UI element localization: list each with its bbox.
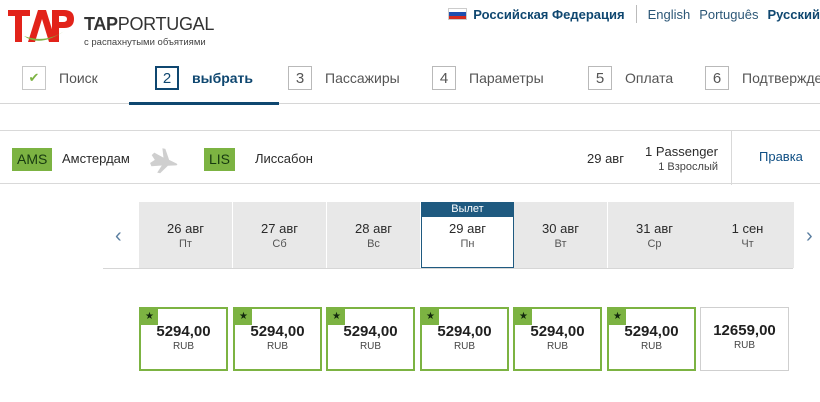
star-icon: ★ [328,309,345,325]
language-portuguese[interactable]: Português [699,7,758,22]
step-confirmation[interactable]: 6 Подтверждение [705,66,820,104]
booking-page: TAPPORTUGAL с распахнутыми объятиями Рос… [0,0,820,402]
step-number: 4 [432,66,456,90]
price-option[interactable]: ★ 5294,00 RUB [607,307,696,371]
date-option-selected[interactable]: Вылет 29 авг Пн [421,202,514,268]
price-option[interactable]: ★ 5294,00 RUB [513,307,602,371]
departure-date: 29 авг [587,151,624,166]
step-payment[interactable]: 5 Оплата [588,66,673,104]
chevron-left-icon[interactable]: ‹ [115,226,127,246]
chevron-right-icon[interactable]: › [806,226,818,246]
logo-name: TAPPORTUGAL [84,14,215,34]
star-icon: ★ [422,309,439,325]
step-label: Параметры [469,70,544,86]
logo-tagline: с распахнутыми объятиями [84,37,206,48]
price-option[interactable]: ★ 5294,00 RUB [139,307,228,371]
origin-city: Амстердам [62,151,130,166]
date-option[interactable]: 28 авг Вс [327,202,420,268]
passenger-detail: 1 Взрослый [658,161,718,173]
step-number: 2 [155,66,179,90]
price-amount: 12659,00 [713,322,776,339]
step-label: выбрать [192,70,254,86]
price-amount: 5294,00 [624,323,679,340]
price-amount: 5294,00 [343,323,398,340]
step-label: Подтверждение [742,70,820,86]
route-summary: AMS Амстердам LIS Лиссабон 29 авг 1 Pass… [0,130,820,185]
destination-city: Лиссабон [255,151,313,166]
step-label: Оплата [625,70,674,86]
tap-logo-mark-icon [8,10,74,42]
tap-logo[interactable]: TAPPORTUGAL с распахнутыми объятиями [6,6,214,50]
plane-icon [150,148,178,174]
edit-link[interactable]: Правка [759,149,803,164]
step-select[interactable]: 2 выбрать [128,66,280,105]
price-amount: 5294,00 [156,323,211,340]
price-amount: 5294,00 [530,323,585,340]
step-passengers[interactable]: 3 Пассажиры [288,66,400,104]
price-option[interactable]: 12659,00 RUB [700,307,789,371]
russia-flag-icon [448,8,468,20]
price-currency: RUB [546,341,569,352]
divider [103,268,793,269]
price-currency: RUB [172,341,195,352]
language-russian[interactable]: Русский [767,7,820,22]
language-english[interactable]: English [648,7,691,22]
date-option[interactable]: 30 авг Вт [514,202,607,268]
step-search[interactable]: ✔ Поиск [22,66,98,104]
price-currency: RUB [453,341,476,352]
price-amount: 5294,00 [250,323,305,340]
date-selector: ‹ 26 авг Пт 27 авг Сб 28 авг Вс Вылет 29… [103,202,820,269]
language-bar: Российская Федерация English Português Р… [448,5,820,23]
passenger-count: 1 Passenger [645,144,718,159]
date-option[interactable]: 26 авг Пт [139,202,232,268]
price-currency: RUB [359,341,382,352]
star-icon: ★ [609,309,626,325]
step-label: Поиск [59,70,98,86]
booking-steps: ✔ Поиск 2 выбрать 3 Пассажиры 4 Параметр… [0,66,820,105]
price-option[interactable]: ★ 5294,00 RUB [326,307,415,371]
checkmark-icon: ✔ [22,66,46,90]
price-currency: RUB [640,341,663,352]
star-icon: ★ [141,309,158,325]
date-option[interactable]: 1 сен Чт [701,202,794,268]
destination-code: LIS [204,148,236,171]
date-option[interactable]: 27 авг Сб [233,202,326,268]
divider [635,5,637,23]
origin-code: AMS [12,148,53,171]
star-icon: ★ [235,309,252,325]
departure-tag: Вылет [421,202,514,217]
price-currency: RUB [266,341,289,352]
country-selector[interactable]: Российская Федерация [473,7,624,22]
passenger-summary: 1 Passenger 1 Взрослый [645,145,718,174]
price-option[interactable]: ★ 5294,00 RUB [233,307,322,371]
price-option[interactable]: ★ 5294,00 RUB [420,307,509,371]
divider [731,131,732,185]
step-label: Пассажиры [325,70,400,86]
step-options[interactable]: 4 Параметры [432,66,544,104]
star-icon: ★ [515,309,532,325]
date-option[interactable]: 31 авг Ср [608,202,701,268]
step-number: 5 [588,66,612,90]
price-currency: RUB [733,340,756,351]
step-number: 6 [705,66,729,90]
step-number: 3 [288,66,312,90]
price-amount: 5294,00 [437,323,492,340]
